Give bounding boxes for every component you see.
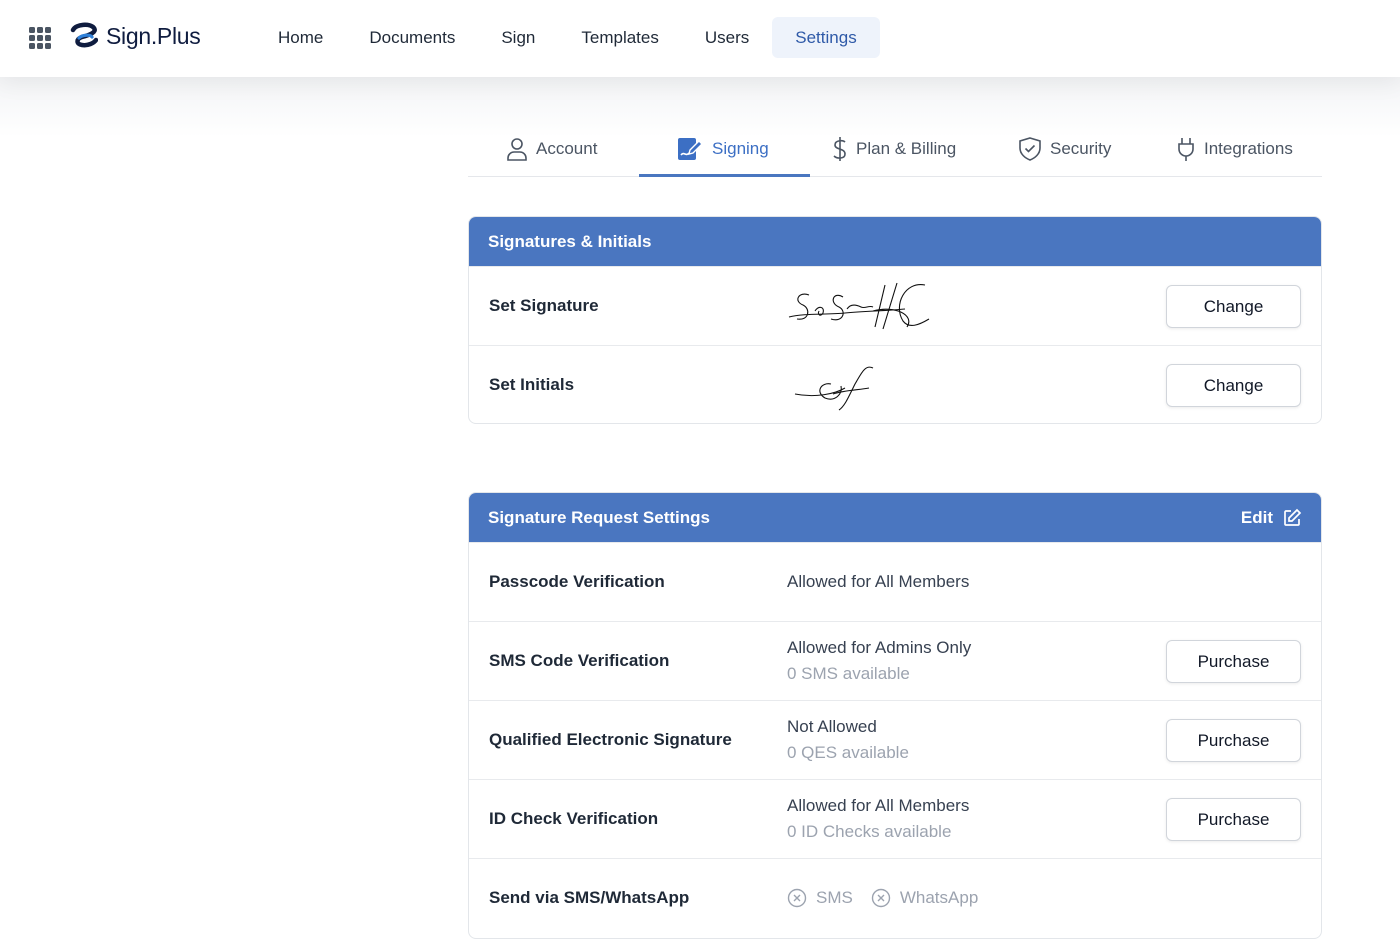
request-settings-header: Signature Request Settings Edit bbox=[469, 493, 1321, 542]
edit-label: Edit bbox=[1240, 507, 1273, 527]
id-check-value-group: Allowed for All Members 0 ID Checks avai… bbox=[787, 780, 969, 858]
sms-available-count: 0 SMS available bbox=[787, 664, 910, 683]
tab-security-label: Security bbox=[1050, 138, 1112, 158]
purchase-qes-button[interactable]: Purchase bbox=[1166, 719, 1301, 762]
logo[interactable]: Sign.Plus bbox=[70, 22, 201, 50]
whatsapp-option-label: WhatsApp bbox=[899, 888, 979, 907]
sms-code-verification-row: SMS Code Verification Allowed for Admins… bbox=[469, 621, 1321, 700]
set-initials-label: Set Initials bbox=[489, 375, 575, 394]
main-nav: Home Documents Sign Templates Users Sett… bbox=[255, 17, 880, 58]
shield-icon bbox=[1019, 136, 1041, 161]
nav-settings[interactable]: Settings bbox=[772, 17, 880, 58]
sms-code-verification-value-group: Allowed for Admins Only 0 SMS available bbox=[787, 622, 971, 700]
nav-users[interactable]: Users bbox=[682, 17, 772, 58]
nav-sign[interactable]: Sign bbox=[478, 17, 558, 58]
change-initials-button[interactable]: Change bbox=[1166, 364, 1301, 407]
purchase-sms-button[interactable]: Purchase bbox=[1166, 640, 1301, 683]
id-check-verification-value: Allowed for All Members bbox=[787, 796, 970, 815]
tab-account[interactable]: Account bbox=[506, 120, 597, 177]
send-via-row: Send via SMS/WhatsApp SMS WhatsApp bbox=[469, 858, 1321, 937]
id-check-verification-label: ID Check Verification bbox=[489, 809, 659, 828]
nav-home[interactable]: Home bbox=[255, 17, 346, 58]
qes-row: Qualified Electronic Signature Not Allow… bbox=[469, 700, 1321, 779]
tab-integrations[interactable]: Integrations bbox=[1176, 120, 1293, 177]
set-signature-row: Set Signature Change bbox=[469, 266, 1321, 345]
send-options: SMS WhatsApp bbox=[787, 859, 978, 937]
passcode-verification-row: Passcode Verification Allowed for All Me… bbox=[469, 542, 1321, 621]
sms-code-verification-label: SMS Code Verification bbox=[489, 651, 670, 670]
tab-account-label: Account bbox=[536, 138, 598, 158]
signature-request-settings-card: Signature Request Settings Edit Passcode… bbox=[468, 492, 1322, 939]
logo-text: Sign.Plus bbox=[106, 22, 201, 49]
passcode-verification-value-group: Allowed for All Members bbox=[787, 543, 969, 621]
initials-image bbox=[794, 366, 874, 411]
send-via-label: Send via SMS/WhatsApp bbox=[489, 888, 690, 907]
edit-settings-button[interactable]: Edit bbox=[1241, 508, 1302, 528]
request-settings-title: Signature Request Settings bbox=[488, 507, 710, 527]
plug-icon bbox=[1178, 137, 1194, 161]
tab-security[interactable]: Security bbox=[1018, 120, 1111, 177]
qes-value: Not Allowed bbox=[787, 717, 877, 736]
sms-option[interactable]: SMS bbox=[787, 888, 853, 908]
nav-documents[interactable]: Documents bbox=[346, 17, 478, 58]
whatsapp-option[interactable]: WhatsApp bbox=[871, 888, 978, 908]
nav-templates[interactable]: Templates bbox=[558, 17, 681, 58]
signature-edit-icon bbox=[678, 137, 703, 160]
signature-image bbox=[788, 282, 930, 330]
app-grid-icon[interactable] bbox=[29, 27, 51, 49]
tab-integrations-label: Integrations bbox=[1204, 138, 1293, 158]
tab-billing-label: Plan & Billing bbox=[856, 138, 957, 158]
qes-value-group: Not Allowed 0 QES available bbox=[787, 701, 909, 779]
tab-signing[interactable]: Signing bbox=[676, 120, 769, 177]
passcode-verification-label: Passcode Verification bbox=[489, 572, 665, 591]
set-signature-label: Set Signature bbox=[489, 296, 599, 315]
tab-plan-billing[interactable]: Plan & Billing bbox=[832, 120, 956, 177]
signatures-card-header: Signatures & Initials bbox=[469, 217, 1321, 266]
x-circle-icon bbox=[871, 888, 891, 908]
qes-available-count: 0 QES available bbox=[787, 743, 909, 762]
qes-label: Qualified Electronic Signature bbox=[489, 730, 732, 749]
logo-mark-icon bbox=[70, 22, 98, 48]
user-icon bbox=[507, 137, 527, 161]
tab-signing-label: Signing bbox=[712, 138, 769, 158]
dollar-icon bbox=[833, 136, 846, 161]
x-circle-icon bbox=[787, 888, 807, 908]
edit-icon bbox=[1284, 508, 1302, 526]
active-tab-indicator bbox=[639, 174, 810, 177]
sms-code-verification-value: Allowed for Admins Only bbox=[787, 638, 972, 657]
id-check-verification-row: ID Check Verification Allowed for All Me… bbox=[469, 779, 1321, 858]
set-initials-row: Set Initials Change bbox=[469, 345, 1321, 423]
sms-option-label: SMS bbox=[816, 888, 853, 907]
passcode-verification-value: Allowed for All Members bbox=[787, 572, 970, 591]
signatures-card: Signatures & Initials Set Signature Chan… bbox=[468, 216, 1322, 424]
purchase-id-check-button[interactable]: Purchase bbox=[1166, 798, 1301, 841]
change-signature-button[interactable]: Change bbox=[1166, 285, 1301, 328]
id-checks-available-count: 0 ID Checks available bbox=[787, 822, 952, 841]
settings-tabs: Account Signing Plan & Billing Security … bbox=[468, 120, 1322, 177]
top-navigation-bar: Sign.Plus Home Documents Sign Templates … bbox=[0, 0, 1400, 77]
signatures-card-title: Signatures & Initials bbox=[488, 231, 652, 251]
